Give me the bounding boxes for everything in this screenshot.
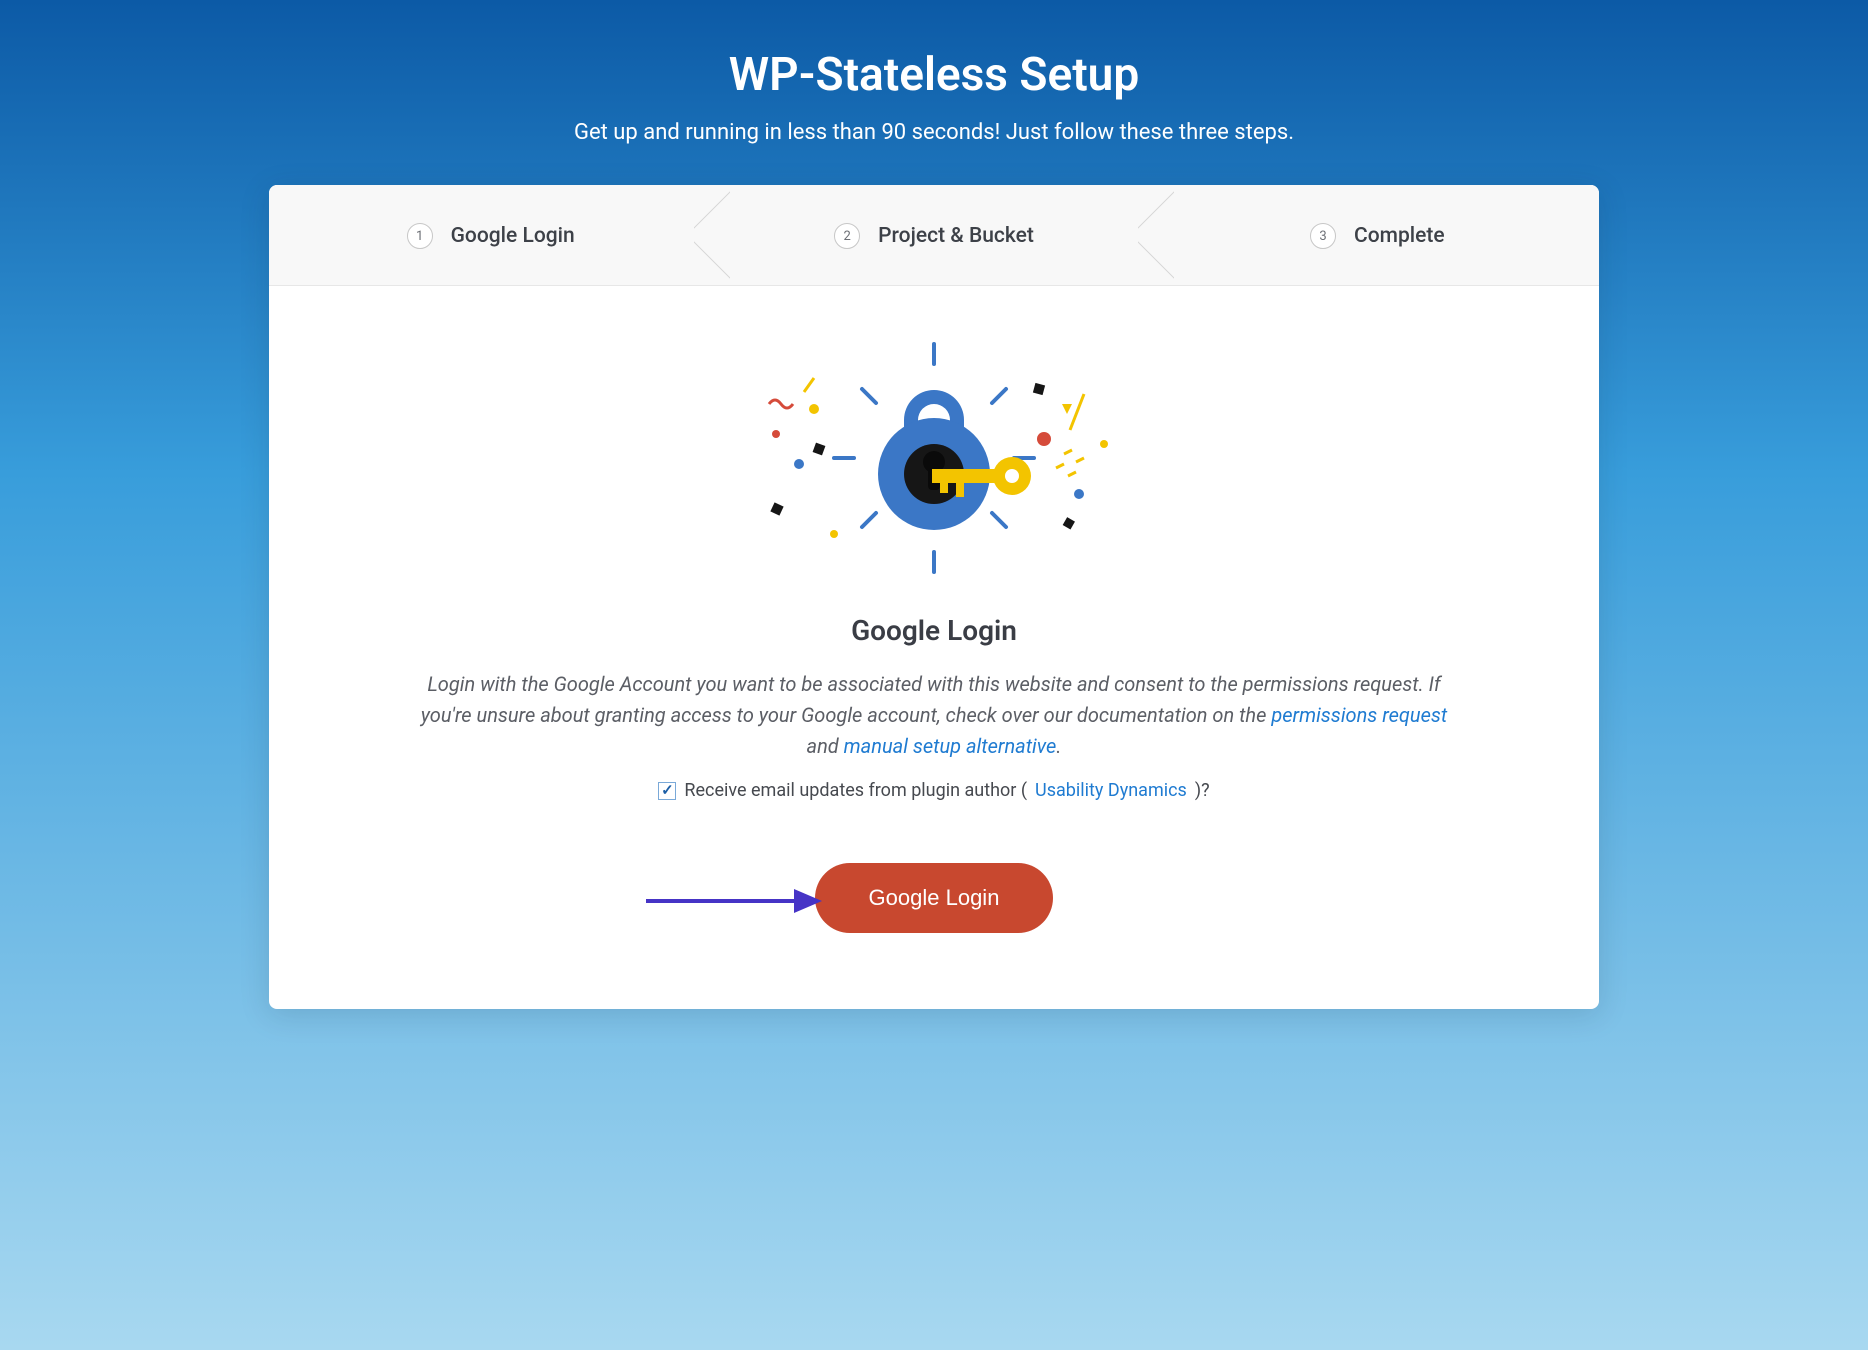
- opt-text: )?: [1195, 780, 1210, 801]
- step-label: Complete: [1354, 224, 1445, 248]
- step-number: 2: [834, 223, 860, 249]
- plugin-author-link[interactable]: Usability Dynamics: [1035, 780, 1187, 801]
- email-updates-option[interactable]: Receive email updates from plugin author…: [329, 780, 1539, 801]
- step-2[interactable]: 2 Project & Bucket: [712, 185, 1155, 285]
- card-body: Google Login Login with the Google Accou…: [269, 286, 1599, 1009]
- step-label: Google Login: [451, 224, 575, 248]
- wizard-steps: 1 Google Login 2 Project & Bucket 3 Comp…: [269, 185, 1599, 286]
- permissions-request-link[interactable]: permissions request: [1271, 703, 1447, 727]
- manual-setup-link[interactable]: manual setup alternative: [844, 734, 1057, 758]
- blurb-text: and: [807, 734, 844, 758]
- lock-key-icon: [744, 334, 1124, 584]
- step-3[interactable]: 3 Complete: [1156, 185, 1599, 285]
- setup-card: 1 Google Login 2 Project & Bucket 3 Comp…: [269, 185, 1599, 1009]
- page-subtitle: Get up and running in less than 90 secon…: [0, 120, 1868, 145]
- section-description: Login with the Google Account you want t…: [404, 669, 1464, 762]
- email-updates-checkbox[interactable]: [658, 782, 676, 800]
- step-number: 1: [407, 223, 433, 249]
- section-title: Google Login: [329, 614, 1539, 647]
- opt-text: Receive email updates from plugin author…: [684, 780, 1027, 801]
- step-1[interactable]: 1 Google Login: [269, 185, 712, 285]
- annotation-arrow-icon: [644, 884, 824, 918]
- google-login-button[interactable]: Google Login: [815, 863, 1054, 933]
- step-number: 3: [1310, 223, 1336, 249]
- blurb-text: .: [1056, 734, 1061, 758]
- step-label: Project & Bucket: [878, 224, 1034, 248]
- page-title: WP-Stateless Setup: [0, 48, 1868, 102]
